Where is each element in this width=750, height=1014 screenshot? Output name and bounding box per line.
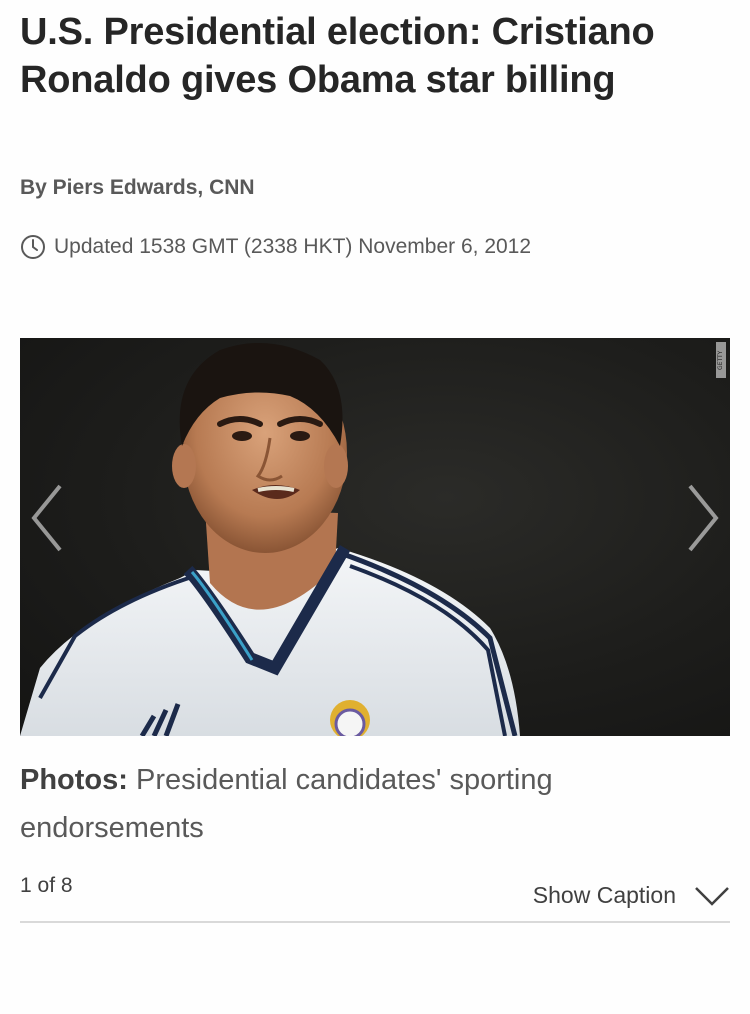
updated-text: Updated 1538 GMT (2338 HKT) November 6, … <box>54 235 532 258</box>
chevron-down-icon <box>695 886 729 906</box>
gallery-caption: Photos: Presidential candidates' sportin… <box>20 756 720 852</box>
article-headline: U.S. Presidential election: Cristiano Ro… <box>20 11 655 101</box>
article-byline[interactable]: By Piers Edwards, CNN <box>20 176 255 200</box>
show-caption-button[interactable]: Show Caption <box>533 882 730 909</box>
clock-icon <box>20 234 46 260</box>
divider <box>20 921 730 923</box>
show-caption-label: Show Caption <box>532 882 676 908</box>
caption-lead: Photos: <box>20 764 128 796</box>
gallery-counter: 1 of 8 <box>20 874 73 897</box>
chevron-right-icon <box>688 484 719 552</box>
prev-photo-button[interactable] <box>20 478 76 558</box>
updated-timestamp: Updated 1538 GMT (2338 HKT) November 6, … <box>20 234 531 260</box>
gallery-photo <box>20 342 520 736</box>
photo-credit: GETTY IMAGES <box>716 342 726 378</box>
chevron-left-icon <box>31 484 62 552</box>
next-photo-button[interactable] <box>674 478 730 558</box>
photo-gallery[interactable]: GETTY IMAGES <box>20 338 730 736</box>
